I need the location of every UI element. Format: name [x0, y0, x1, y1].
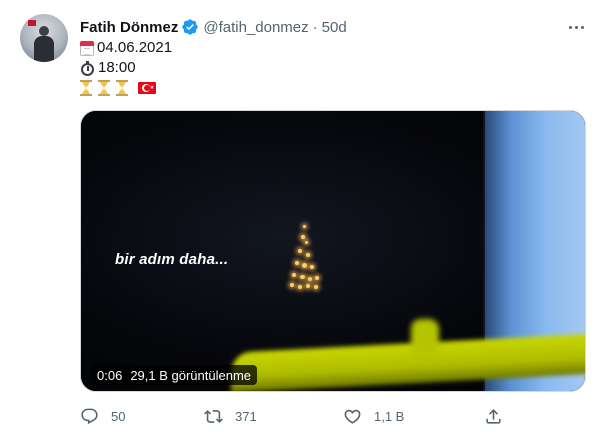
avatar-flag-shape — [28, 20, 36, 26]
tweet-card[interactable]: Fatih Dönmez @fatih_donmez · 50d 04.06.2… — [0, 0, 602, 437]
author-handle[interactable]: @fatih_donmez — [203, 19, 308, 36]
stopwatch-icon — [80, 60, 95, 76]
video-duration: 0:06 — [97, 367, 123, 383]
like-button[interactable]: 1,1 B — [343, 404, 404, 428]
verified-badge-icon — [181, 18, 199, 36]
calendar-icon — [80, 40, 94, 56]
time-line: 18:00 — [80, 58, 172, 78]
author-avatar[interactable] — [20, 14, 68, 62]
reply-icon — [81, 408, 98, 424]
hourglass-icon — [98, 80, 110, 96]
header-separator: · — [312, 18, 318, 36]
hourglass-icon — [80, 80, 92, 96]
share-icon — [486, 408, 501, 424]
video-player[interactable]: bir adım daha... 0:06 29,1 B görüntülenm… — [80, 110, 586, 392]
more-options-icon[interactable] — [565, 17, 587, 37]
hourglass-icon — [116, 80, 128, 96]
date-text: 04.06.2021 — [97, 39, 173, 56]
reply-count: 50 — [111, 408, 126, 424]
video-foreground-post — [411, 319, 439, 355]
video-overlay-text: bir adım daha... — [115, 251, 229, 268]
turkey-flag-icon — [138, 82, 156, 94]
date-line: 04.06.2021 — [80, 38, 172, 58]
emoji-line — [80, 78, 172, 98]
avatar-body-shape — [34, 36, 54, 62]
time-text: 18:00 — [98, 59, 136, 76]
like-count: 1,1 B — [374, 408, 405, 424]
video-view-count: 29,1 B görüntülenme — [130, 367, 252, 383]
retweet-count: 371 — [235, 408, 257, 424]
avatar-head-shape — [39, 26, 49, 36]
tweet-header: Fatih Dönmez @fatih_donmez · 50d — [80, 16, 347, 38]
tweet-action-bar: 50 371 1,1 B — [80, 404, 586, 428]
tweet-timestamp[interactable]: 50d — [322, 19, 347, 36]
video-duration-badge: 0:06 29,1 B görüntülenme — [91, 365, 258, 385]
retweet-button[interactable]: 371 — [204, 404, 257, 428]
retweet-icon — [204, 409, 223, 423]
reply-button[interactable]: 50 — [80, 404, 125, 428]
share-button[interactable] — [484, 404, 503, 428]
video-lit-tower — [286, 221, 322, 293]
heart-icon — [344, 409, 361, 424]
author-display-name[interactable]: Fatih Dönmez — [80, 19, 178, 36]
tweet-text: 04.06.2021 18:00 — [80, 38, 172, 98]
